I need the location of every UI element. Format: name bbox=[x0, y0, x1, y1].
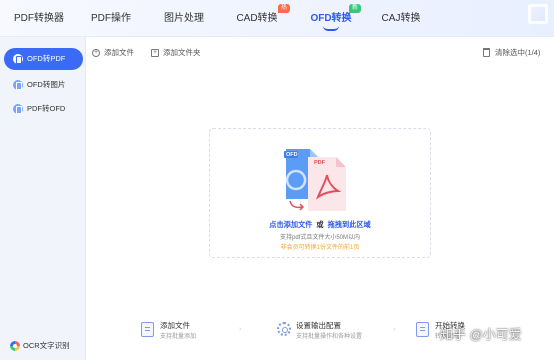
document-icon bbox=[13, 54, 23, 64]
add-file-step-icon bbox=[141, 322, 154, 337]
decorative-square-icon bbox=[528, 4, 548, 24]
tab-pdf-converter[interactable]: PDF转换器 bbox=[8, 0, 70, 37]
chevron-right-icon: › bbox=[393, 326, 396, 333]
step-desc: 支持批量添加 bbox=[160, 334, 197, 340]
tab-label: CAD转换 bbox=[236, 13, 278, 24]
or-text: 或 bbox=[316, 220, 324, 229]
tab-label: PDF转换器 bbox=[14, 13, 64, 24]
gear-icon bbox=[277, 322, 291, 336]
file-drop-zone[interactable]: OFD PDF 点击添加文件 或 拖拽到此区域 支持pdf式且文件大小50M以内… bbox=[209, 128, 431, 258]
image-icon bbox=[13, 80, 23, 90]
sidebar: OFD转PDF OFD转图片 PDF转OFD OCR文字识别 bbox=[0, 37, 86, 360]
sidebar-item-label: OFD转PDF bbox=[27, 54, 66, 63]
chevron-right-icon: › bbox=[239, 326, 242, 333]
add-folder-button[interactable]: + 添加文件夹 bbox=[151, 47, 201, 59]
new-badge: 新 bbox=[349, 4, 362, 13]
toolbar: + 添加文件 + 添加文件夹 清除选中(1/4) bbox=[86, 37, 554, 67]
clear-selected-button[interactable]: 清除选中(1/4) bbox=[483, 47, 540, 59]
hot-badge: 热 bbox=[278, 4, 291, 13]
tab-image-processing[interactable]: 图片处理 bbox=[156, 0, 212, 37]
add-file-label: 添加文件 bbox=[104, 48, 134, 57]
ofd-tag: OFD bbox=[286, 152, 298, 158]
tab-label: PDF操作 bbox=[91, 13, 131, 24]
tab-cad-convert[interactable]: CAD转换 bbox=[230, 0, 284, 37]
add-file-button[interactable]: + 添加文件 bbox=[92, 47, 134, 59]
step-desc: 支持批量操作和各种设置 bbox=[296, 334, 363, 340]
clear-selected-label: 清除选中(1/4) bbox=[495, 48, 541, 57]
drop-zone-main-text: 点击添加文件 或 拖拽到此区域 bbox=[210, 220, 430, 230]
ocr-icon bbox=[10, 341, 20, 351]
drag-here-text: 拖拽到此区域 bbox=[327, 220, 371, 229]
drop-zone-support-text: 支持pdf式且文件大小50M以内 bbox=[279, 235, 360, 241]
trash-icon bbox=[483, 48, 490, 57]
step-title: 添加文件 bbox=[160, 321, 190, 330]
tab-pdf-operations[interactable]: PDF操作 bbox=[84, 0, 138, 37]
watermark: 知乎 @小可爱 bbox=[440, 327, 522, 342]
ocr-button[interactable]: OCR文字识别 bbox=[10, 340, 70, 352]
add-folder-label: 添加文件夹 bbox=[163, 48, 201, 57]
pdf-tag: PDF bbox=[314, 160, 325, 166]
drop-zone-member-note: 非会员可转换1份文件的前1页 bbox=[280, 245, 360, 251]
sidebar-item-label: OFD转图片 bbox=[27, 80, 66, 89]
sidebar-item-label: PDF转OFD bbox=[27, 104, 66, 113]
top-tab-bar: PDF转换器 PDF操作 图片处理 CAD转换 热 OFD转换 新 CAJ转换 bbox=[0, 0, 554, 37]
tab-label: CAJ转换 bbox=[381, 13, 421, 24]
active-tab-indicator bbox=[323, 26, 339, 31]
folder-icon: + bbox=[151, 49, 159, 57]
tab-caj-convert[interactable]: CAJ转换 bbox=[376, 0, 426, 37]
sidebar-item-ofd-to-image[interactable]: OFD转图片 bbox=[4, 74, 83, 96]
tab-label: OFD转换 bbox=[310, 13, 352, 24]
document-icon bbox=[13, 104, 23, 114]
ocr-label: OCR文字识别 bbox=[23, 341, 70, 350]
click-add-text: 点击添加文件 bbox=[269, 220, 313, 229]
sidebar-item-pdf-to-ofd[interactable]: PDF转OFD bbox=[4, 98, 83, 120]
sidebar-item-ofd-to-pdf[interactable]: OFD转PDF bbox=[4, 48, 83, 70]
plus-icon: + bbox=[92, 49, 100, 57]
convert-step-icon bbox=[416, 322, 429, 337]
step-title: 设置输出配置 bbox=[296, 321, 341, 330]
tab-label: 图片处理 bbox=[164, 13, 204, 24]
